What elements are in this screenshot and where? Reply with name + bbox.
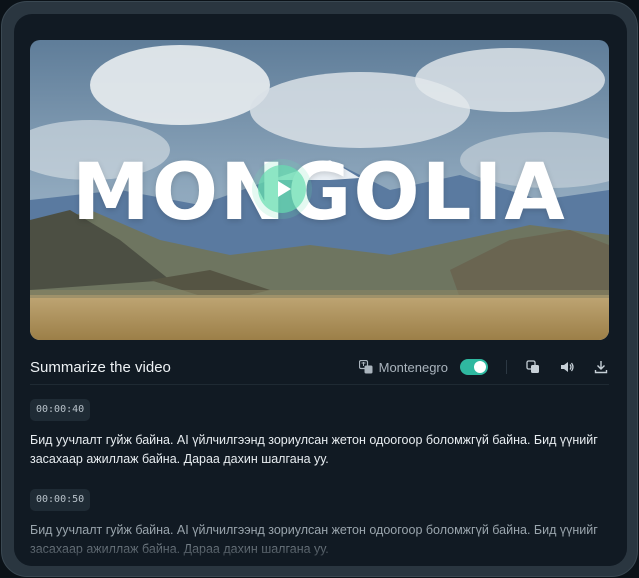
toggle-knob [474,361,486,373]
transcript-text: Бид уучлалт гуйж байна. AI үйлчилгээнд з… [30,433,598,466]
bottom-fade-overlay [14,536,627,566]
copy-icon [526,360,539,373]
translate-toggle[interactable] [460,359,488,375]
copy-button[interactable] [525,359,541,375]
video-player[interactable]: MONGOLIA [30,40,609,340]
download-icon [594,361,608,374]
language-label: Montenegro [378,359,448,375]
toolbar-divider [506,360,507,374]
timestamp-badge[interactable]: 00:00:40 [30,399,91,421]
speaker-icon [560,362,574,372]
play-button[interactable] [258,165,306,213]
download-button[interactable] [593,359,609,375]
summary-toolbar: Summarize the video Montenegro [30,352,609,382]
audio-button[interactable] [559,359,575,375]
language-selector[interactable]: Montenegro [358,359,448,375]
video-summary-panel: MONGOLIA Summarize the video Montenegro [14,14,627,566]
toolbar-divider-line [30,384,609,385]
app-frame: MONGOLIA Summarize the video Montenegro [1,1,638,577]
timestamp-badge[interactable]: 00:00:50 [30,489,91,511]
translate-icon [358,360,373,374]
summary-title: Summarize the video [30,358,171,376]
play-icon [278,181,291,197]
transcript-segment: 00:00:40 Бид уучлалт гуйж байна. AI үйлч… [30,399,609,469]
video-title-overlay: MONGOLIA [72,148,567,238]
